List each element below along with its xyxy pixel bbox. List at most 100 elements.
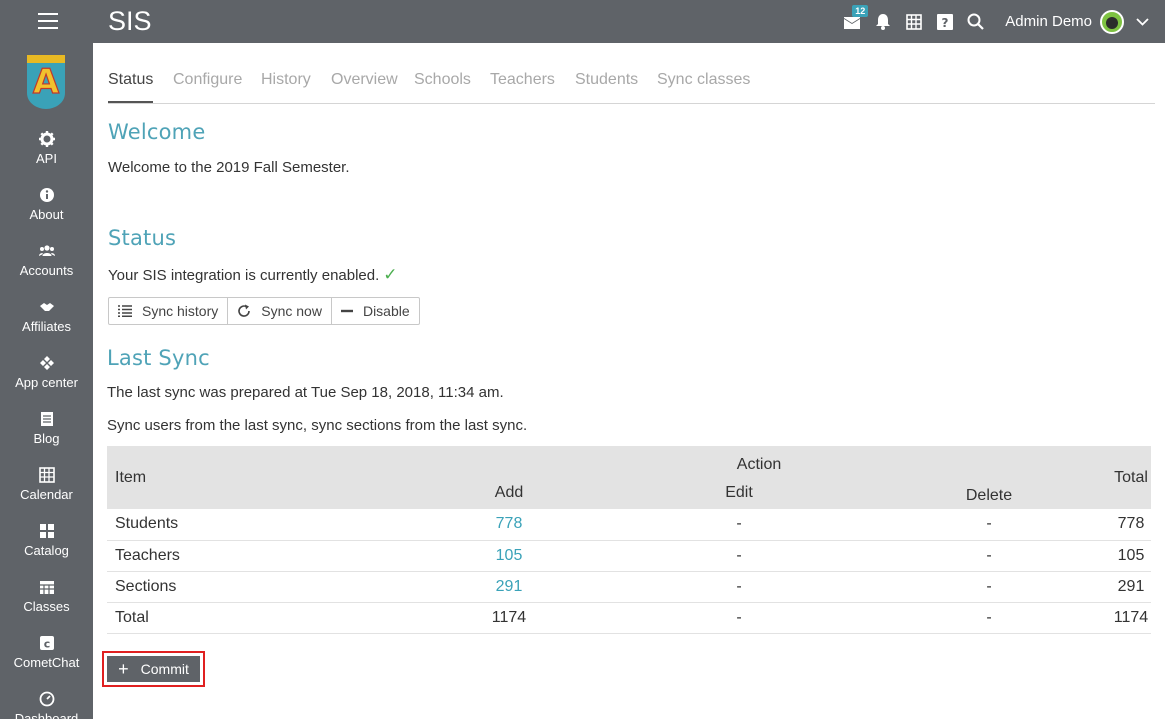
sidebar-item-about[interactable]: About (0, 187, 93, 222)
tab-sync-classes[interactable]: Sync classes (657, 71, 750, 103)
avatar[interactable] (1100, 9, 1124, 34)
sidebar-item-label: Catalog (24, 543, 69, 558)
cell-delete: - (867, 540, 1111, 572)
refresh-icon (238, 304, 251, 317)
table-row: Sections 291 - - 291 (107, 571, 1151, 603)
inbox-icon[interactable]: 12 (836, 0, 869, 43)
cell-edit: - (611, 509, 867, 541)
header-item: Item (115, 468, 147, 486)
svg-text:A: A (33, 62, 60, 102)
minus-icon (340, 309, 353, 313)
sidebar: A API About Accounts Affiliates App cent… (0, 43, 93, 719)
sidebar-item-label: Affiliates (22, 319, 71, 334)
table-row-total: Total 1174 - - 1174 (107, 602, 1151, 634)
disable-button[interactable]: Disable (332, 298, 419, 324)
sidebar-item-classes[interactable]: Classes (0, 579, 93, 614)
sidebar-item-label: Accounts (19, 263, 74, 278)
add-count-link[interactable]: 105 (496, 547, 523, 564)
sidebar-item-label: Calendar (20, 487, 73, 502)
cell-edit: - (611, 571, 867, 603)
sidebar-item-catalog[interactable]: Catalog (0, 523, 93, 558)
cell-total: 778 (1111, 509, 1151, 541)
sidebar-item-affiliates[interactable]: Affiliates (0, 299, 93, 334)
svg-text:?: ? (941, 16, 948, 30)
sidebar-item-app-center[interactable]: App center (0, 355, 93, 390)
sidebar-item-label: Classes (23, 599, 70, 614)
cell-total: 291 (1111, 571, 1151, 603)
welcome-heading: Welcome (108, 120, 206, 144)
list-icon (118, 305, 132, 317)
cell-edit: - (611, 540, 867, 572)
last-sync-heading: Last Sync (107, 346, 210, 370)
status-text: Your SIS integration is currently enable… (108, 265, 398, 285)
sidebar-item-dashboard[interactable]: Dashboard (0, 691, 93, 719)
sidebar-item-label: CometChat (13, 655, 80, 670)
add-count-link[interactable]: 778 (496, 515, 523, 532)
cell-delete: - (867, 509, 1111, 541)
sidebar-item-label: Dashboard (14, 711, 79, 719)
sidebar-item-label: API (36, 151, 57, 166)
cell-total: 105 (1111, 540, 1151, 572)
sync-now-label: Sync now (261, 303, 322, 319)
menu-icon[interactable] (38, 13, 58, 29)
add-count-link[interactable]: 291 (496, 578, 523, 595)
commit-label: Commit (140, 661, 189, 677)
tab-schools[interactable]: Schools (414, 71, 471, 103)
sidebar-item-api[interactable]: API (0, 131, 93, 166)
welcome-text: Welcome to the 2019 Fall Semester. (108, 159, 350, 176)
sync-table: Item Action Total Add Edit Delete Studen… (107, 446, 1151, 634)
last-sync-description: Sync users from the last sync, sync sect… (107, 417, 528, 434)
sidebar-item-label: App center (15, 375, 78, 390)
cell-item: Students (107, 509, 407, 541)
bell-icon[interactable] (867, 0, 898, 43)
top-bar: SIS 12 ? Admin Demo (0, 0, 1165, 43)
sidebar-item-cometchat[interactable]: c CometChat (0, 635, 93, 670)
tab-history[interactable]: History (261, 71, 311, 103)
search-icon[interactable] (960, 0, 991, 43)
cell-delete: - (867, 571, 1111, 603)
header-add: Add (494, 484, 524, 501)
sidebar-item-accounts[interactable]: Accounts (0, 243, 93, 278)
status-heading: Status (108, 226, 177, 250)
tab-students[interactable]: Students (575, 71, 638, 103)
header-total: Total (1114, 468, 1148, 486)
tab-overview[interactable]: Overview (331, 71, 398, 103)
sidebar-item-calendar[interactable]: Calendar (0, 467, 93, 502)
sidebar-item-blog[interactable]: Blog (0, 411, 93, 446)
header-delete: Delete (965, 487, 1013, 504)
cometchat-icon: c (39, 636, 54, 651)
tab-teachers[interactable]: Teachers (490, 71, 555, 103)
status-button-group: Sync history Sync now Disable (108, 297, 420, 325)
user-name[interactable]: Admin Demo (1005, 13, 1092, 30)
check-icon: ✓ (383, 265, 398, 284)
disable-label: Disable (362, 303, 410, 319)
table-row: Teachers 105 - - 105 (107, 540, 1151, 572)
svg-text:c: c (43, 638, 50, 651)
header-action: Action (736, 456, 782, 473)
sidebar-item-label: Blog (33, 431, 60, 446)
sync-history-button[interactable]: Sync history (109, 298, 229, 324)
classes-icon (39, 581, 54, 594)
commit-button[interactable]: + Commit (107, 656, 200, 682)
cell-delete: - (867, 602, 1111, 634)
info-icon (39, 188, 54, 202)
school-logo[interactable]: A (27, 55, 65, 109)
tab-configure[interactable]: Configure (173, 71, 242, 103)
sync-now-button[interactable]: Sync now (228, 298, 332, 324)
catalog-icon (39, 524, 54, 538)
last-sync-prepared: The last sync was prepared at Tue Sep 18… (107, 384, 504, 401)
chevron-down-icon[interactable] (1136, 17, 1149, 26)
plus-icon: + (118, 659, 129, 679)
cell-item: Teachers (107, 540, 407, 572)
cell-edit: - (611, 602, 867, 634)
users-icon (38, 245, 55, 256)
help-icon[interactable]: ? (929, 0, 960, 43)
cell-total: 1174 (1111, 602, 1151, 634)
notification-badge: 12 (852, 5, 869, 17)
cell-item: Total (107, 602, 407, 634)
handshake-icon (39, 303, 54, 311)
cell-item: Sections (107, 571, 407, 603)
calendar-grid-icon[interactable] (898, 0, 929, 43)
tab-status[interactable]: Status (108, 71, 154, 103)
top-toolbar: 12 ? Admin Demo (836, 0, 1165, 43)
